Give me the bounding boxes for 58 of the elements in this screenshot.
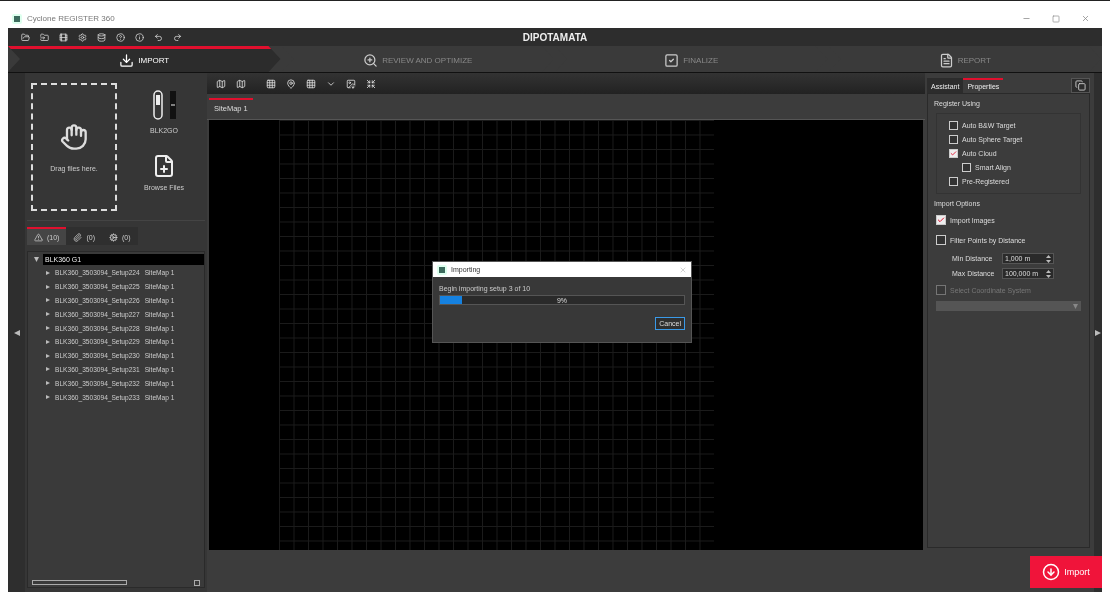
file-plus-icon[interactable]	[152, 154, 176, 178]
expand-icon[interactable]	[46, 298, 50, 303]
import-button[interactable]: Import	[1030, 556, 1102, 588]
hand-icon	[60, 122, 88, 151]
shrink-icon[interactable]	[366, 78, 376, 89]
panel-toggle-button[interactable]	[1071, 78, 1090, 93]
grid-icon[interactable]	[266, 78, 276, 89]
spinner-arrows-icon[interactable]	[1046, 269, 1051, 278]
app-logo-icon	[437, 264, 447, 275]
window-title: Cyclone REGISTER 360	[27, 14, 115, 23]
expand-icon[interactable]	[46, 381, 50, 386]
expand-arrow-icon[interactable]	[1095, 329, 1101, 336]
download-icon	[119, 53, 135, 68]
checkbox[interactable]	[949, 135, 958, 144]
expand-icon[interactable]	[46, 326, 50, 331]
database-icon[interactable]	[97, 32, 106, 42]
map-pin-icon[interactable]	[286, 78, 296, 89]
expand-icon[interactable]	[46, 312, 50, 317]
download-icon	[1042, 563, 1061, 581]
checkbox[interactable]	[949, 149, 958, 158]
checkbox[interactable]	[936, 235, 946, 245]
expand-icon[interactable]	[46, 353, 50, 358]
redo-icon[interactable]	[173, 32, 182, 42]
windows-icon	[1075, 80, 1086, 91]
film-icon[interactable]	[59, 32, 68, 42]
checkbox[interactable]	[936, 215, 946, 225]
undo-icon[interactable]	[154, 32, 163, 42]
magnifier-icon	[363, 53, 379, 68]
scrollbar-thumb[interactable]	[32, 580, 127, 585]
image-icon[interactable]	[346, 78, 356, 89]
warning-icon	[34, 232, 43, 242]
paperclip-icon	[73, 232, 83, 242]
expand-icon[interactable]	[46, 395, 50, 400]
scroll-button[interactable]	[194, 579, 200, 586]
expand-icon[interactable]	[46, 284, 50, 289]
dropdown-field[interactable]	[936, 301, 1081, 311]
spinner-arrows-icon[interactable]	[1046, 254, 1051, 263]
collapse-arrow-icon[interactable]	[13, 329, 20, 336]
settings-icon[interactable]	[78, 32, 87, 42]
app-logo-icon	[12, 13, 22, 24]
expand-icon[interactable]	[46, 339, 50, 344]
folder-icon[interactable]	[21, 32, 30, 42]
device-icon[interactable]	[150, 89, 178, 121]
expand-icon[interactable]	[34, 256, 39, 262]
project-title: DIPOTAMATA	[522, 31, 588, 43]
dropdown-arrow-icon	[1073, 303, 1078, 309]
help-icon[interactable]	[116, 32, 125, 42]
expand-icon[interactable]	[46, 367, 50, 372]
info-icon[interactable]	[135, 32, 144, 42]
folder-import-icon[interactable]	[40, 32, 49, 42]
checkbox-icon	[664, 53, 680, 68]
checkbox[interactable]	[949, 177, 958, 186]
checkbox[interactable]	[949, 121, 958, 130]
expand-icon[interactable]	[46, 270, 50, 275]
checkbox[interactable]	[962, 163, 971, 172]
step-tab[interactable]: IMPORT	[8, 46, 281, 72]
gear-icon	[109, 232, 118, 242]
report-icon	[938, 53, 954, 68]
